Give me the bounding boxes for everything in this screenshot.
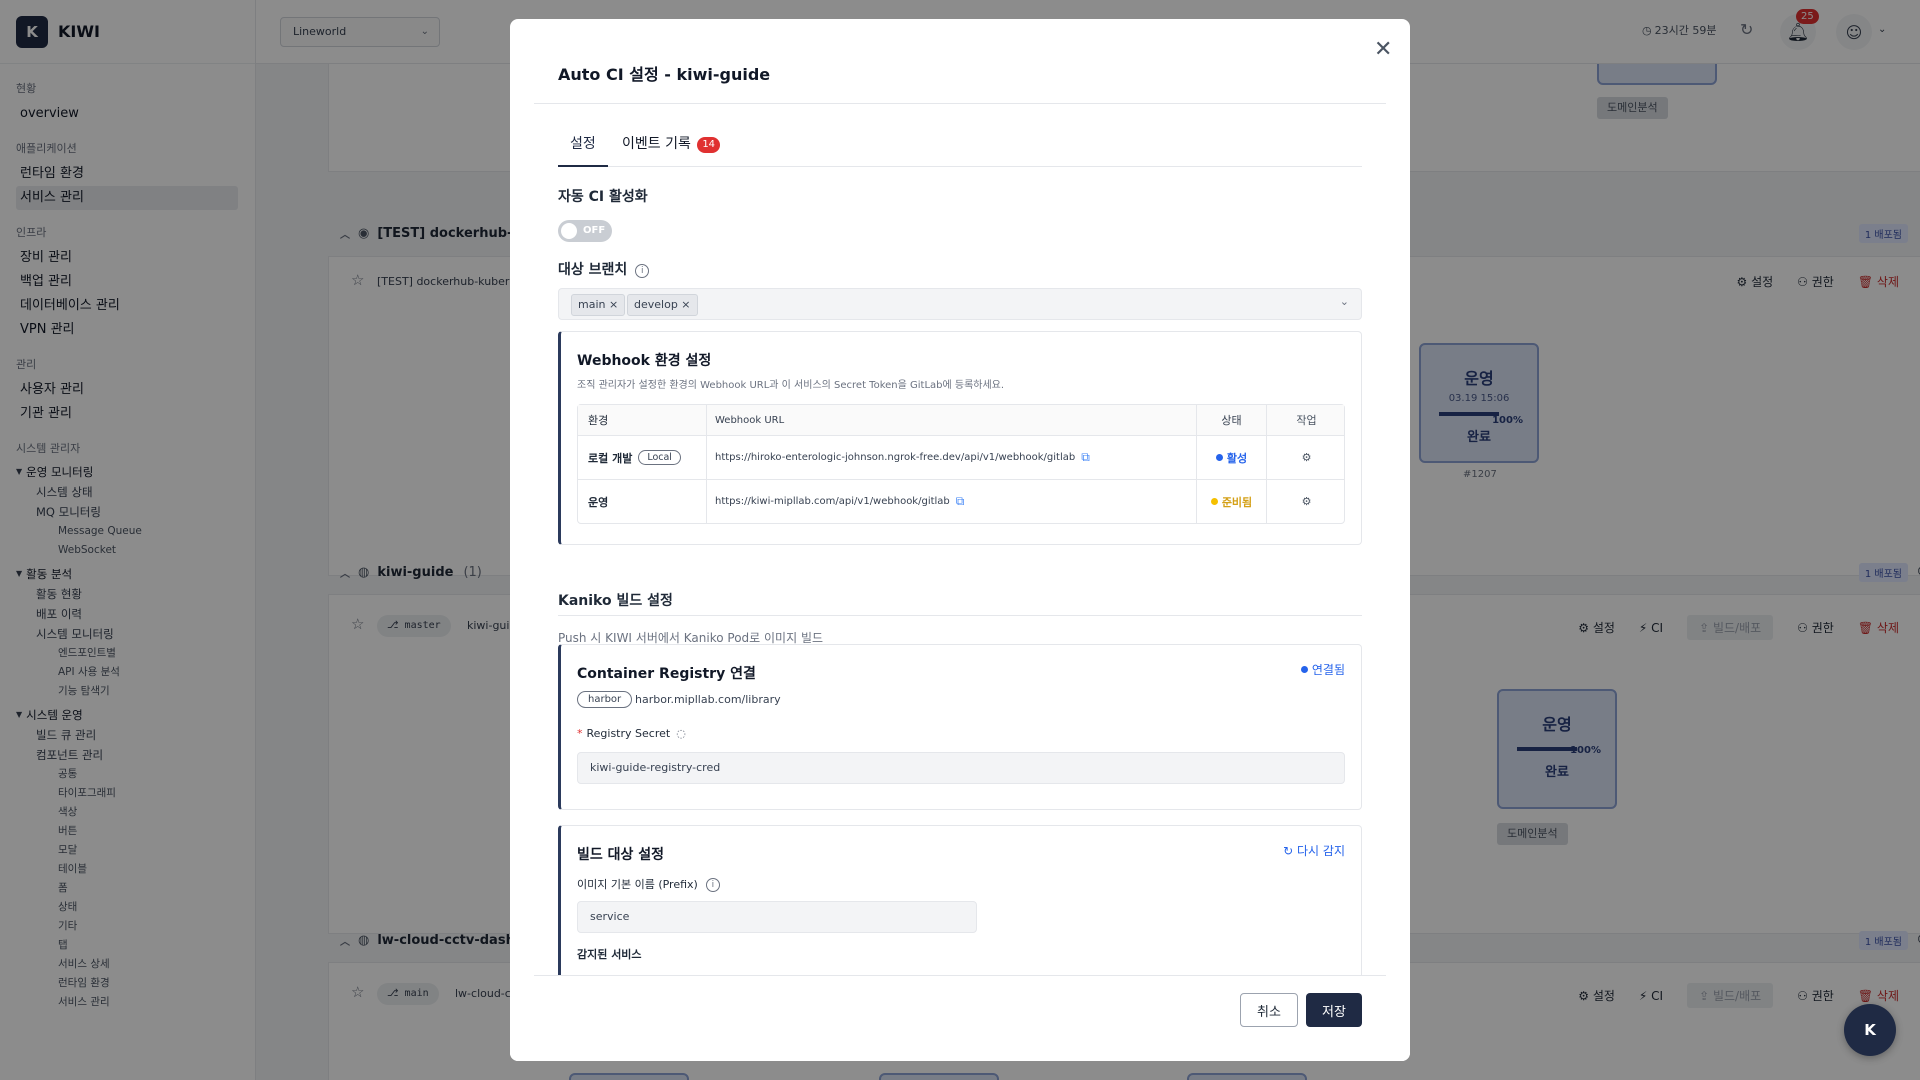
redetect-label: 다시 감지 [1297, 844, 1345, 858]
branch-chip-label: main [578, 298, 606, 311]
copy-icon[interactable]: ⧉ [956, 494, 965, 509]
branch-chip-develop: develop × [627, 294, 698, 316]
label-text: Registry Secret [586, 727, 671, 740]
status-dot [1215, 454, 1223, 461]
registry-title: Container Registry 연결 [577, 666, 756, 682]
status-text: 활성 [1226, 451, 1248, 465]
registry-url: harbor.mipllab.com/library [635, 693, 781, 706]
tab-label: 설정 [570, 136, 596, 152]
tab-events[interactable]: 이벤트 기록 14 [610, 131, 732, 167]
branch-chip-main: main × [571, 294, 626, 316]
connection-status: 연결됨 [1300, 661, 1345, 678]
registry-type-tag: harbor [577, 691, 633, 708]
redetect-button[interactable]: ↻ 다시 감지 [1283, 842, 1345, 859]
close-icon[interactable]: ✕ [1374, 37, 1392, 62]
col-env: 환경 [588, 414, 609, 427]
env-cell: 로컬 개발 Local [588, 436, 698, 479]
kaniko-title: Kaniko 빌드 설정 [558, 593, 673, 609]
status-text: 준비됨 [1221, 495, 1253, 509]
status-cell: 준비됨 [1196, 480, 1266, 523]
table-header: 환경 Webhook URL 상태 작업 [578, 405, 1344, 435]
tab-settings[interactable]: 설정 [558, 131, 608, 167]
status-dot [1300, 666, 1308, 673]
assistant-fab[interactable]: K [1844, 1004, 1896, 1056]
remove-icon[interactable]: × [609, 298, 618, 311]
webhook-panel: Webhook 환경 설정 조직 관리자가 설정한 환경의 Webhook UR… [558, 331, 1362, 545]
registry-secret-label: * Registry Secret ◌ [577, 727, 686, 740]
table-row: 운영 https://kiwi-mipllab.com/api/v1/webho… [578, 479, 1344, 523]
col-url: Webhook URL [706, 405, 1196, 435]
required-icon: * [577, 727, 583, 740]
gear-icon[interactable]: ⚙ [1266, 436, 1346, 479]
auto-ci-toggle[interactable]: OFF [558, 220, 612, 242]
col-status: 상태 [1196, 405, 1266, 435]
divider [534, 103, 1386, 104]
env-name: 로컬 개발 [588, 451, 633, 465]
build-target-title: 빌드 대상 설정 [577, 847, 665, 863]
detected-services-label: 감지된 서비스 [577, 948, 642, 961]
status-dot [1210, 498, 1218, 505]
info-icon[interactable]: i [705, 878, 720, 892]
copy-icon[interactable]: ⧉ [1081, 450, 1090, 465]
refresh-icon: ↻ [1283, 844, 1294, 858]
connection-text: 연결됨 [1311, 663, 1345, 677]
branch-chip-label: develop [634, 298, 678, 311]
webhook-table: 환경 Webhook URL 상태 작업 로컬 개발 Local https://… [577, 404, 1345, 524]
modal-tabs: 설정 이벤트 기록 14 [558, 131, 1362, 167]
table-row: 로컬 개발 Local https://hiroko-enterologic-jo… [578, 435, 1344, 479]
env-tag: Local [638, 450, 681, 465]
modal-title: Auto CI 설정 - kiwi-guide [558, 65, 771, 84]
divider [558, 615, 1362, 616]
branch-label: 대상 브랜치 [558, 262, 628, 278]
events-count-badge: 14 [697, 137, 721, 153]
webhook-desc: 조직 관리자가 설정한 환경의 Webhook URL과 이 서비스의 Secr… [577, 380, 1005, 391]
registry-secret-field[interactable]: kiwi-guide-registry-cred [577, 752, 1345, 784]
col-action: 작업 [1266, 405, 1346, 435]
branch-multiselect[interactable]: main × develop × ⌄ [558, 288, 1362, 320]
registry-panel: Container Registry 연결 연결됨 harbor harbor.… [558, 644, 1362, 810]
env-cell: 운영 [588, 480, 698, 523]
cancel-button[interactable]: 취소 [1240, 993, 1298, 1027]
webhook-url: https://kiwi-mipllab.com/api/v1/webhook/… [715, 496, 950, 507]
tab-label: 이벤트 기록 [622, 136, 691, 152]
env-name: 운영 [588, 495, 609, 509]
webhook-title: Webhook 환경 설정 [577, 353, 712, 369]
save-button[interactable]: 저장 [1306, 993, 1362, 1027]
remove-icon[interactable]: × [681, 298, 690, 311]
toggle-state: OFF [583, 225, 606, 236]
prefix-label-row: 이미지 기본 이름 (Prefix) i [577, 876, 720, 892]
gear-icon[interactable]: ⚙ [1266, 480, 1346, 523]
url-cell: https://hiroko-enterologic-johnson.ngrok… [706, 436, 1196, 479]
status-cell: 활성 [1196, 436, 1266, 479]
branch-label-row: 대상 브랜치 i [558, 259, 650, 279]
webhook-url: https://hiroko-enterologic-johnson.ngrok… [715, 452, 1076, 463]
info-icon[interactable]: i [635, 264, 650, 278]
auto-ci-label: 자동 CI 활성화 [558, 189, 648, 205]
url-cell: https://kiwi-mipllab.com/api/v1/webhook/… [706, 480, 1196, 523]
modal-footer: 취소 저장 [510, 976, 1410, 1061]
image-prefix-input[interactable]: service [577, 901, 977, 933]
prefix-label: 이미지 기본 이름 (Prefix) [577, 878, 698, 891]
chevron-down-icon[interactable]: ⌄ [1340, 295, 1349, 308]
auto-ci-modal: Auto CI 설정 - kiwi-guide ✕ 설정 이벤트 기록 14 자… [510, 19, 1410, 1061]
toggle-knob [561, 223, 577, 239]
loading-icon: ◌ [676, 727, 686, 740]
